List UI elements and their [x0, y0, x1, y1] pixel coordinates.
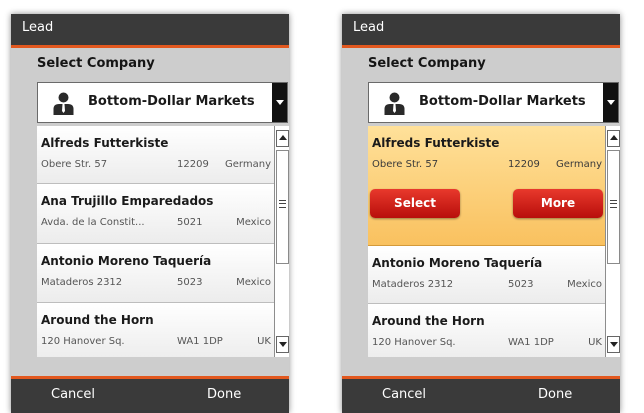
- done-button[interactable]: Done: [538, 387, 572, 402]
- company-postal: 12209: [508, 159, 540, 170]
- company-postal: 5021: [177, 217, 203, 228]
- company-list: Alfreds Futterkiste Obere Str. 57 12209 …: [37, 126, 274, 357]
- company-country: UK: [257, 336, 271, 347]
- company-list: Alfreds Futterkiste Obere Str. 57 12209 …: [368, 126, 605, 357]
- scroll-down-button[interactable]: [607, 336, 620, 353]
- company-postal: 5023: [177, 277, 203, 288]
- person-icon: [384, 92, 405, 115]
- company-country: Mexico: [236, 277, 271, 288]
- scroll-thumb[interactable]: [276, 150, 289, 264]
- bottom-bar: Cancel Done: [342, 376, 620, 413]
- title-bar: Lead: [11, 14, 289, 48]
- chevron-up-icon: [279, 135, 287, 140]
- list-scrollbar[interactable]: [605, 126, 620, 357]
- dropdown-value: Bottom-Dollar Markets: [419, 94, 586, 109]
- company-address: 120 Hanover Sq.: [372, 337, 456, 348]
- list-item[interactable]: Antonio Moreno Taquería Mataderos 2312 5…: [368, 246, 605, 304]
- grip-icon: [279, 200, 286, 208]
- chevron-down-icon: [279, 342, 287, 347]
- more-button[interactable]: More: [513, 189, 603, 218]
- grip-icon: [610, 200, 617, 208]
- company-address: Obere Str. 57: [41, 159, 108, 170]
- list-item[interactable]: Ana Trujillo Emparedados Avda. de la Con…: [37, 184, 274, 244]
- company-address: Mataderos 2312: [41, 277, 123, 288]
- chevron-up-icon: [610, 135, 618, 140]
- title-bar: Lead: [342, 14, 620, 48]
- company-country: UK: [588, 337, 602, 348]
- list-scrollbar[interactable]: [274, 126, 289, 357]
- dropdown-toggle[interactable]: [272, 83, 287, 122]
- done-button[interactable]: Done: [207, 387, 241, 402]
- scroll-up-button[interactable]: [607, 130, 620, 147]
- company-address: Obere Str. 57: [372, 159, 439, 170]
- dropdown-toggle[interactable]: [603, 83, 618, 122]
- company-name: Around the Horn: [41, 313, 154, 327]
- company-postal: 5023: [508, 279, 534, 290]
- company-name: Ana Trujillo Emparedados: [41, 194, 214, 208]
- list-item-selected[interactable]: Alfreds Futterkiste Obere Str. 57 12209 …: [368, 126, 605, 246]
- cancel-button[interactable]: Cancel: [51, 387, 95, 402]
- company-address: Mataderos 2312: [372, 279, 454, 290]
- company-name: Alfreds Futterkiste: [372, 136, 500, 150]
- company-dropdown[interactable]: Bottom-Dollar Markets: [368, 82, 619, 123]
- select-company-label: Select Company: [368, 56, 486, 71]
- list-item[interactable]: Alfreds Futterkiste Obere Str. 57 12209 …: [37, 126, 274, 184]
- list-item[interactable]: Around the Horn 120 Hanover Sq. WA1 1DP …: [368, 304, 605, 357]
- scroll-up-button[interactable]: [276, 130, 289, 147]
- screen-title: Lead: [353, 20, 385, 35]
- company-dropdown[interactable]: Bottom-Dollar Markets: [37, 82, 288, 123]
- select-company-label: Select Company: [37, 56, 155, 71]
- company-country: Mexico: [567, 279, 602, 290]
- company-name: Antonio Moreno Taquería: [372, 256, 543, 270]
- screen-title: Lead: [22, 20, 54, 35]
- chevron-down-icon: [607, 100, 615, 105]
- dropdown-value: Bottom-Dollar Markets: [88, 94, 255, 109]
- cancel-button[interactable]: Cancel: [382, 387, 426, 402]
- chevron-down-icon: [276, 100, 284, 105]
- list-item[interactable]: Around the Horn 120 Hanover Sq. WA1 1DP …: [37, 303, 274, 357]
- company-name: Antonio Moreno Taquería: [41, 254, 212, 268]
- list-item[interactable]: Antonio Moreno Taquería Mataderos 2312 5…: [37, 244, 274, 303]
- chevron-down-icon: [610, 342, 618, 347]
- company-postal: WA1 1DP: [177, 336, 223, 347]
- bottom-bar: Cancel Done: [11, 376, 289, 413]
- company-country: Mexico: [236, 217, 271, 228]
- company-name: Around the Horn: [372, 314, 485, 328]
- company-postal: 12209: [177, 159, 209, 170]
- company-postal: WA1 1DP: [508, 337, 554, 348]
- scroll-thumb[interactable]: [607, 150, 620, 264]
- select-button[interactable]: Select: [370, 189, 460, 218]
- company-address: Avda. de la Constit...: [41, 217, 145, 228]
- scroll-down-button[interactable]: [276, 336, 289, 353]
- phone-screen-left: Lead Select Company Bottom-Dollar Market…: [11, 14, 289, 413]
- company-address: 120 Hanover Sq.: [41, 336, 125, 347]
- person-icon: [53, 92, 74, 115]
- phone-screen-right: Lead Select Company Bottom-Dollar Market…: [342, 14, 620, 413]
- company-country: Germany: [556, 159, 602, 170]
- company-country: Germany: [225, 159, 271, 170]
- company-name: Alfreds Futterkiste: [41, 136, 169, 150]
